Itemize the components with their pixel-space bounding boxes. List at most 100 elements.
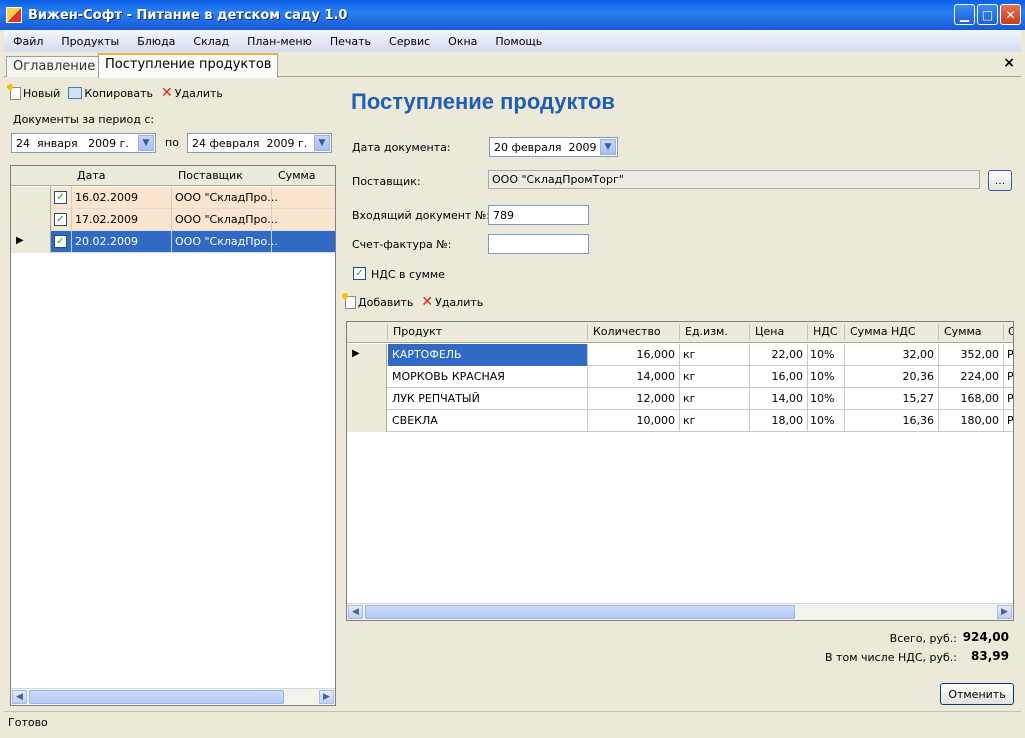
table-row[interactable]: СВЕКЛА 10,000 кг 18,00 10% 16,36 180,00 …	[347, 410, 1013, 432]
documents-hscrollbar[interactable]: ◀ ▶	[11, 688, 335, 705]
cell-sum[interactable]: 168,00	[941, 392, 1000, 405]
menu-file[interactable]: Файл	[4, 35, 52, 48]
scroll-right-icon[interactable]: ▶	[997, 605, 1012, 619]
cell-product[interactable]: СВЕКЛА	[392, 414, 438, 427]
cell-quantity[interactable]: 16,000	[591, 348, 676, 361]
cell-unit[interactable]: кг	[683, 348, 695, 361]
cell-extra[interactable]: Р	[1007, 370, 1013, 383]
incoming-doc-input[interactable]: 789	[488, 205, 589, 225]
cell-quantity[interactable]: 14,000	[591, 370, 676, 383]
close-icon[interactable]: ✕	[1000, 4, 1021, 25]
menu-windows[interactable]: Окна	[439, 35, 486, 48]
row-header[interactable]	[11, 187, 51, 209]
minimize-icon[interactable]: ▁	[954, 4, 975, 25]
menu-warehouse[interactable]: Склад	[184, 35, 238, 48]
date-to-picker[interactable]: 24 февраля 2009 г. ▼	[187, 133, 332, 153]
cell-extra[interactable]: Р	[1007, 414, 1013, 427]
copy-button[interactable]: Копировать	[68, 87, 153, 100]
select-supplier-button[interactable]: ...	[988, 170, 1012, 191]
cell-vat[interactable]: 10%	[810, 392, 834, 405]
cell-product[interactable]: ЛУК РЕПЧАТЫЙ	[392, 392, 480, 405]
menu-service[interactable]: Сервис	[380, 35, 439, 48]
scroll-left-icon[interactable]: ◀	[348, 605, 363, 619]
vat-included-checkbox[interactable]: ✓	[353, 267, 366, 280]
tab-product-receipt[interactable]: Поступление продуктов	[98, 53, 279, 78]
cell-extra[interactable]: Р	[1007, 392, 1013, 405]
column-date[interactable]: Дата	[77, 169, 105, 182]
maximize-icon[interactable]: □	[977, 4, 998, 25]
row-header[interactable]	[347, 388, 387, 410]
cell-price[interactable]: 22,00	[751, 348, 804, 361]
chevron-down-icon[interactable]: ▼	[314, 135, 330, 151]
table-row[interactable]: ✓ 17.02.2009 ООО "СкладПро...	[11, 209, 335, 231]
cell-price[interactable]: 14,00	[751, 392, 804, 405]
cell-vat[interactable]: 10%	[810, 370, 834, 383]
date-from-picker[interactable]: 24 января 2009 г. ▼	[11, 133, 156, 153]
table-row[interactable]: ▶ КАРТОФЕЛЬ 16,000 кг 22,00 10% 32,00 35…	[347, 344, 1013, 366]
cell-vat[interactable]: 10%	[810, 414, 834, 427]
doc-date-picker[interactable]: 20 февраля 2009 г. ▼	[489, 137, 618, 157]
chevron-down-icon[interactable]: ▼	[138, 135, 154, 151]
cell-price[interactable]: 16,00	[751, 370, 804, 383]
menu-print[interactable]: Печать	[321, 35, 380, 48]
cell-product-selected[interactable]: КАРТОФЕЛЬ	[388, 344, 587, 366]
row-header[interactable]: ▶	[347, 344, 387, 366]
menu-help[interactable]: Помощь	[486, 35, 551, 48]
tab-close-icon[interactable]: ×	[1003, 55, 1015, 71]
scroll-right-icon[interactable]: ▶	[319, 690, 334, 704]
column-sum[interactable]: Сумма	[278, 169, 316, 182]
cell-quantity[interactable]: 10,000	[591, 414, 676, 427]
column-vat-sum[interactable]: Сумма НДС	[850, 325, 916, 338]
row-checkbox[interactable]: ✓	[54, 235, 67, 248]
column-quantity[interactable]: Количество	[593, 325, 661, 338]
cell-unit[interactable]: кг	[683, 414, 695, 427]
cell-vat-sum[interactable]: 15,27	[847, 392, 935, 405]
column-price[interactable]: Цена	[755, 325, 784, 338]
scroll-thumb[interactable]	[29, 690, 284, 704]
delete-item-button[interactable]: ✕ Удалить	[421, 295, 483, 309]
row-header[interactable]	[347, 366, 387, 388]
new-button[interactable]: Новый	[7, 83, 60, 100]
scroll-left-icon[interactable]: ◀	[12, 690, 27, 704]
table-row[interactable]: ✓ 16.02.2009 ООО "СкладПро...	[11, 187, 335, 209]
cell-extra[interactable]: Р	[1007, 348, 1013, 361]
column-vat[interactable]: НДС	[813, 325, 838, 338]
cell-product[interactable]: МОРКОВЬ КРАСНАЯ	[392, 370, 505, 383]
row-header[interactable]	[11, 209, 51, 231]
row-checkbox[interactable]: ✓	[54, 191, 67, 204]
products-hscrollbar[interactable]: ◀ ▶	[347, 603, 1013, 620]
delete-button[interactable]: ✕ Удалить	[161, 86, 223, 100]
cell-unit[interactable]: кг	[683, 392, 695, 405]
menu-plan-menu[interactable]: План-меню	[238, 35, 321, 48]
cell-quantity[interactable]: 12,000	[591, 392, 676, 405]
table-row[interactable]: МОРКОВЬ КРАСНАЯ 14,000 кг 16,00 10% 20,3…	[347, 366, 1013, 388]
cell-sum[interactable]: 352,00	[941, 348, 1000, 361]
cancel-button[interactable]: Отменить	[940, 683, 1014, 705]
cell-sum[interactable]: 224,00	[941, 370, 1000, 383]
cell-vat-sum[interactable]: 20,36	[847, 370, 935, 383]
column-product[interactable]: Продукт	[393, 325, 442, 338]
menu-dishes[interactable]: Блюда	[128, 35, 184, 48]
row-checkbox[interactable]: ✓	[54, 213, 67, 226]
column-sum[interactable]: Сумма	[944, 325, 982, 338]
column-unit[interactable]: Ед.изм.	[685, 325, 728, 338]
add-item-icon	[342, 292, 356, 309]
tab-contents[interactable]: Оглавление	[6, 56, 103, 77]
chevron-down-icon[interactable]: ▼	[600, 139, 616, 155]
cell-vat-sum[interactable]: 32,00	[847, 348, 935, 361]
add-button[interactable]: Добавить	[342, 292, 413, 309]
cell-vat-sum[interactable]: 16,36	[847, 414, 935, 427]
table-row[interactable]: ЛУК РЕПЧАТЫЙ 12,000 кг 14,00 10% 15,27 1…	[347, 388, 1013, 410]
row-header[interactable]	[347, 410, 387, 432]
row-header[interactable]: ▶	[11, 231, 51, 253]
invoice-input[interactable]	[488, 234, 589, 254]
table-row-selected[interactable]: ▶ ✓ 20.02.2009 ООО "СкладПро...	[11, 231, 335, 253]
scroll-thumb[interactable]	[365, 605, 795, 619]
cell-vat[interactable]: 10%	[810, 348, 834, 361]
column-supplier[interactable]: Поставщик	[178, 169, 243, 182]
menu-products[interactable]: Продукты	[52, 35, 128, 48]
cell-unit[interactable]: кг	[683, 370, 695, 383]
column-extra[interactable]: С	[1008, 325, 1013, 338]
cell-price[interactable]: 18,00	[751, 414, 804, 427]
cell-sum[interactable]: 180,00	[941, 414, 1000, 427]
